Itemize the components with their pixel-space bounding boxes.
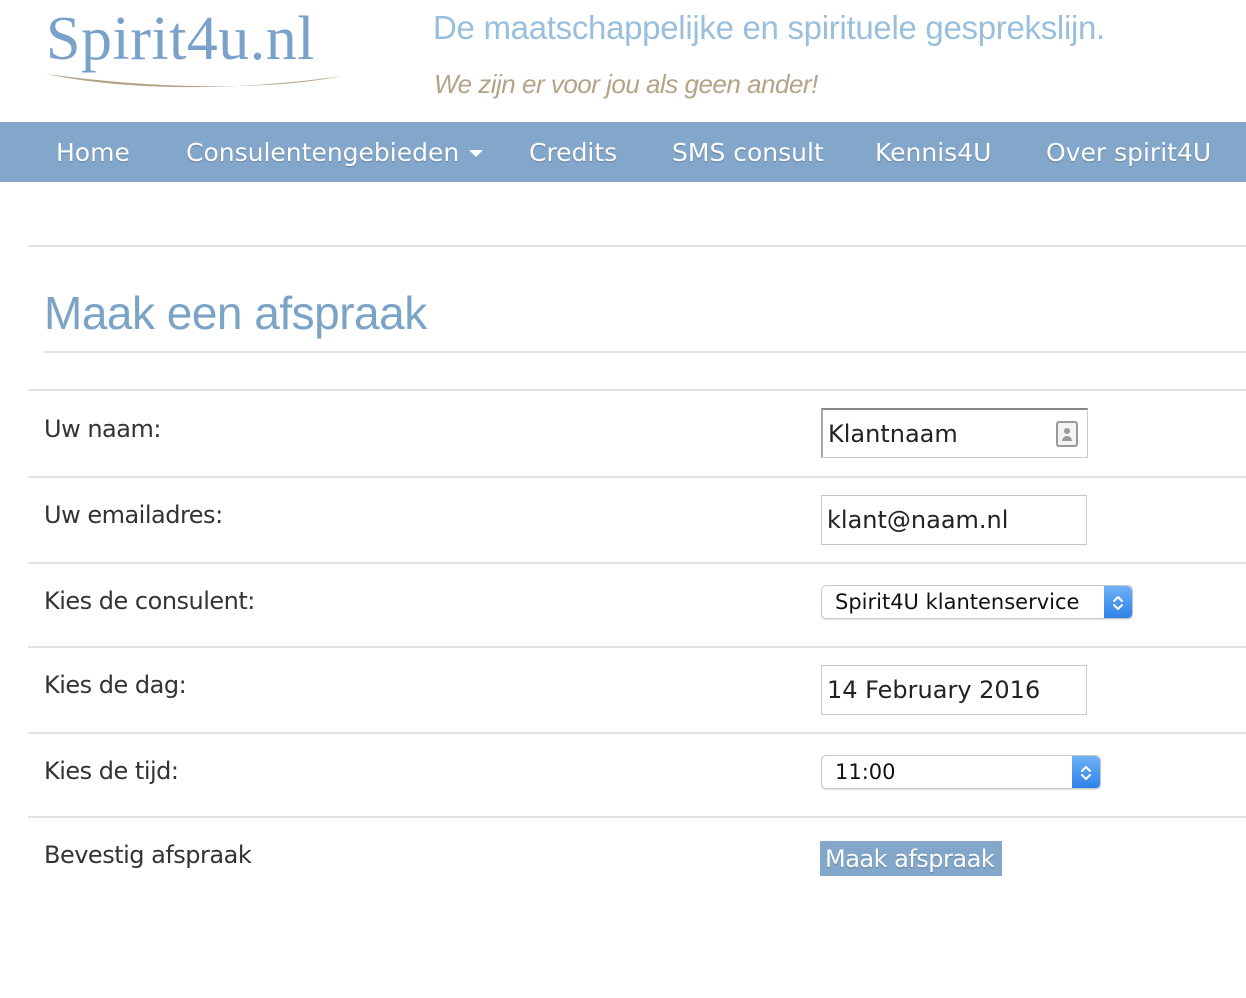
divider — [28, 732, 1246, 734]
divider — [28, 389, 1246, 391]
divider — [28, 245, 1246, 247]
consultant-value: Spirit4U klantenservice — [835, 590, 1080, 614]
email-value: klant@naam.nl — [827, 506, 1009, 534]
main-nav: Home Consulentengebieden Credits SMS con… — [0, 122, 1246, 182]
time-select[interactable]: 11:00 — [821, 755, 1101, 789]
nav-label: Consulentengebieden — [186, 138, 460, 167]
confirm-label: Bevestig afspraak — [44, 841, 252, 869]
time-value: 11:00 — [835, 760, 896, 784]
nav-label: Home — [56, 138, 130, 167]
nav-item-over-spirit4u[interactable]: Over spirit4U — [1046, 122, 1211, 182]
time-label: Kies de tijd: — [44, 757, 179, 785]
divider — [28, 476, 1246, 478]
site-tagline: De maatschappelijke en spirituele gespre… — [433, 9, 1105, 46]
chevron-down-icon — [469, 149, 484, 157]
email-label: Uw emailadres: — [44, 501, 223, 529]
divider — [28, 562, 1246, 564]
nav-item-home[interactable]: Home — [56, 122, 130, 182]
consultant-label: Kies de consulent: — [44, 587, 255, 615]
day-value: 14 February 2016 — [827, 676, 1041, 704]
day-field[interactable]: 14 February 2016 — [821, 665, 1087, 715]
nav-label: Kennis4U — [875, 138, 992, 167]
divider — [28, 646, 1246, 648]
page-title: Maak een afspraak — [44, 287, 427, 339]
logo-swoosh-icon — [46, 74, 342, 88]
select-updown-icon — [1104, 586, 1132, 618]
day-label: Kies de dag: — [44, 671, 187, 699]
name-field[interactable]: Klantnaam — [821, 408, 1088, 458]
nav-label: Credits — [529, 138, 618, 167]
submit-appointment-button[interactable]: Maak afspraak — [820, 841, 1002, 876]
nav-item-credits[interactable]: Credits — [529, 122, 617, 182]
nav-item-sms-consult[interactable]: SMS consult — [672, 122, 824, 182]
site-logo[interactable]: Spirit4u.nl — [44, 2, 354, 102]
nav-item-kennis4u[interactable]: Kennis4U — [875, 122, 991, 182]
site-subtagline: We zijn er voor jou als geen ander! — [434, 69, 818, 99]
name-label: Uw naam: — [44, 415, 161, 443]
select-updown-icon — [1072, 756, 1100, 788]
nav-item-consulentengebieden[interactable]: Consulentengebieden — [186, 122, 484, 182]
nav-label: SMS consult — [672, 138, 824, 167]
contact-card-icon[interactable] — [1056, 421, 1078, 447]
nav-label: Over spirit4U — [1046, 138, 1212, 167]
name-value: Klantnaam — [828, 420, 958, 448]
title-underline — [44, 351, 1246, 353]
consultant-select[interactable]: Spirit4U klantenservice — [821, 585, 1133, 619]
site-header: Spirit4u.nl De maatschappelijke en spiri… — [0, 0, 1246, 122]
email-field[interactable]: klant@naam.nl — [821, 495, 1087, 545]
divider — [28, 816, 1246, 818]
